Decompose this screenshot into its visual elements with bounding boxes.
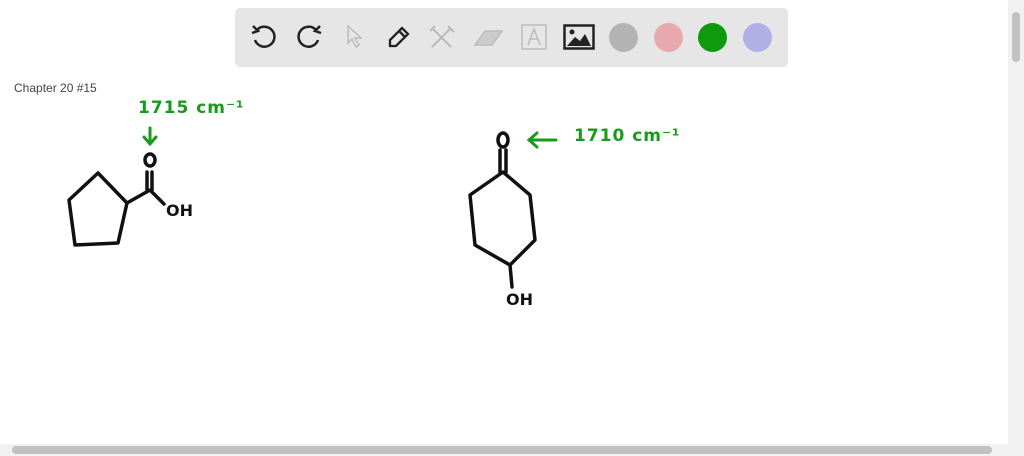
ir-label-right: 1710 cm⁻¹ [574, 126, 681, 146]
vertical-scrollbar[interactable] [1008, 0, 1024, 444]
arrow-left-icon [526, 131, 558, 149]
carboxyl-bonds [125, 170, 166, 206]
carbonyl-o-left [143, 152, 157, 168]
vertical-scroll-thumb[interactable] [1012, 12, 1020, 62]
cyclopentane-ring [67, 171, 129, 247]
cyclohexanone-ring [468, 170, 537, 267]
hydroxyl-left: OH [166, 201, 193, 220]
ir-label-left: 1715 cm⁻¹ [138, 98, 245, 118]
drawing-canvas [67, 126, 558, 289]
hydroxyl-right: OH [506, 290, 533, 309]
horizontal-scrollbar[interactable] [0, 444, 1024, 456]
horizontal-scroll-thumb[interactable] [12, 446, 992, 454]
carbonyl-o-right [496, 131, 510, 149]
arrow-down-icon [142, 126, 158, 147]
ketone-bonds [498, 148, 514, 289]
